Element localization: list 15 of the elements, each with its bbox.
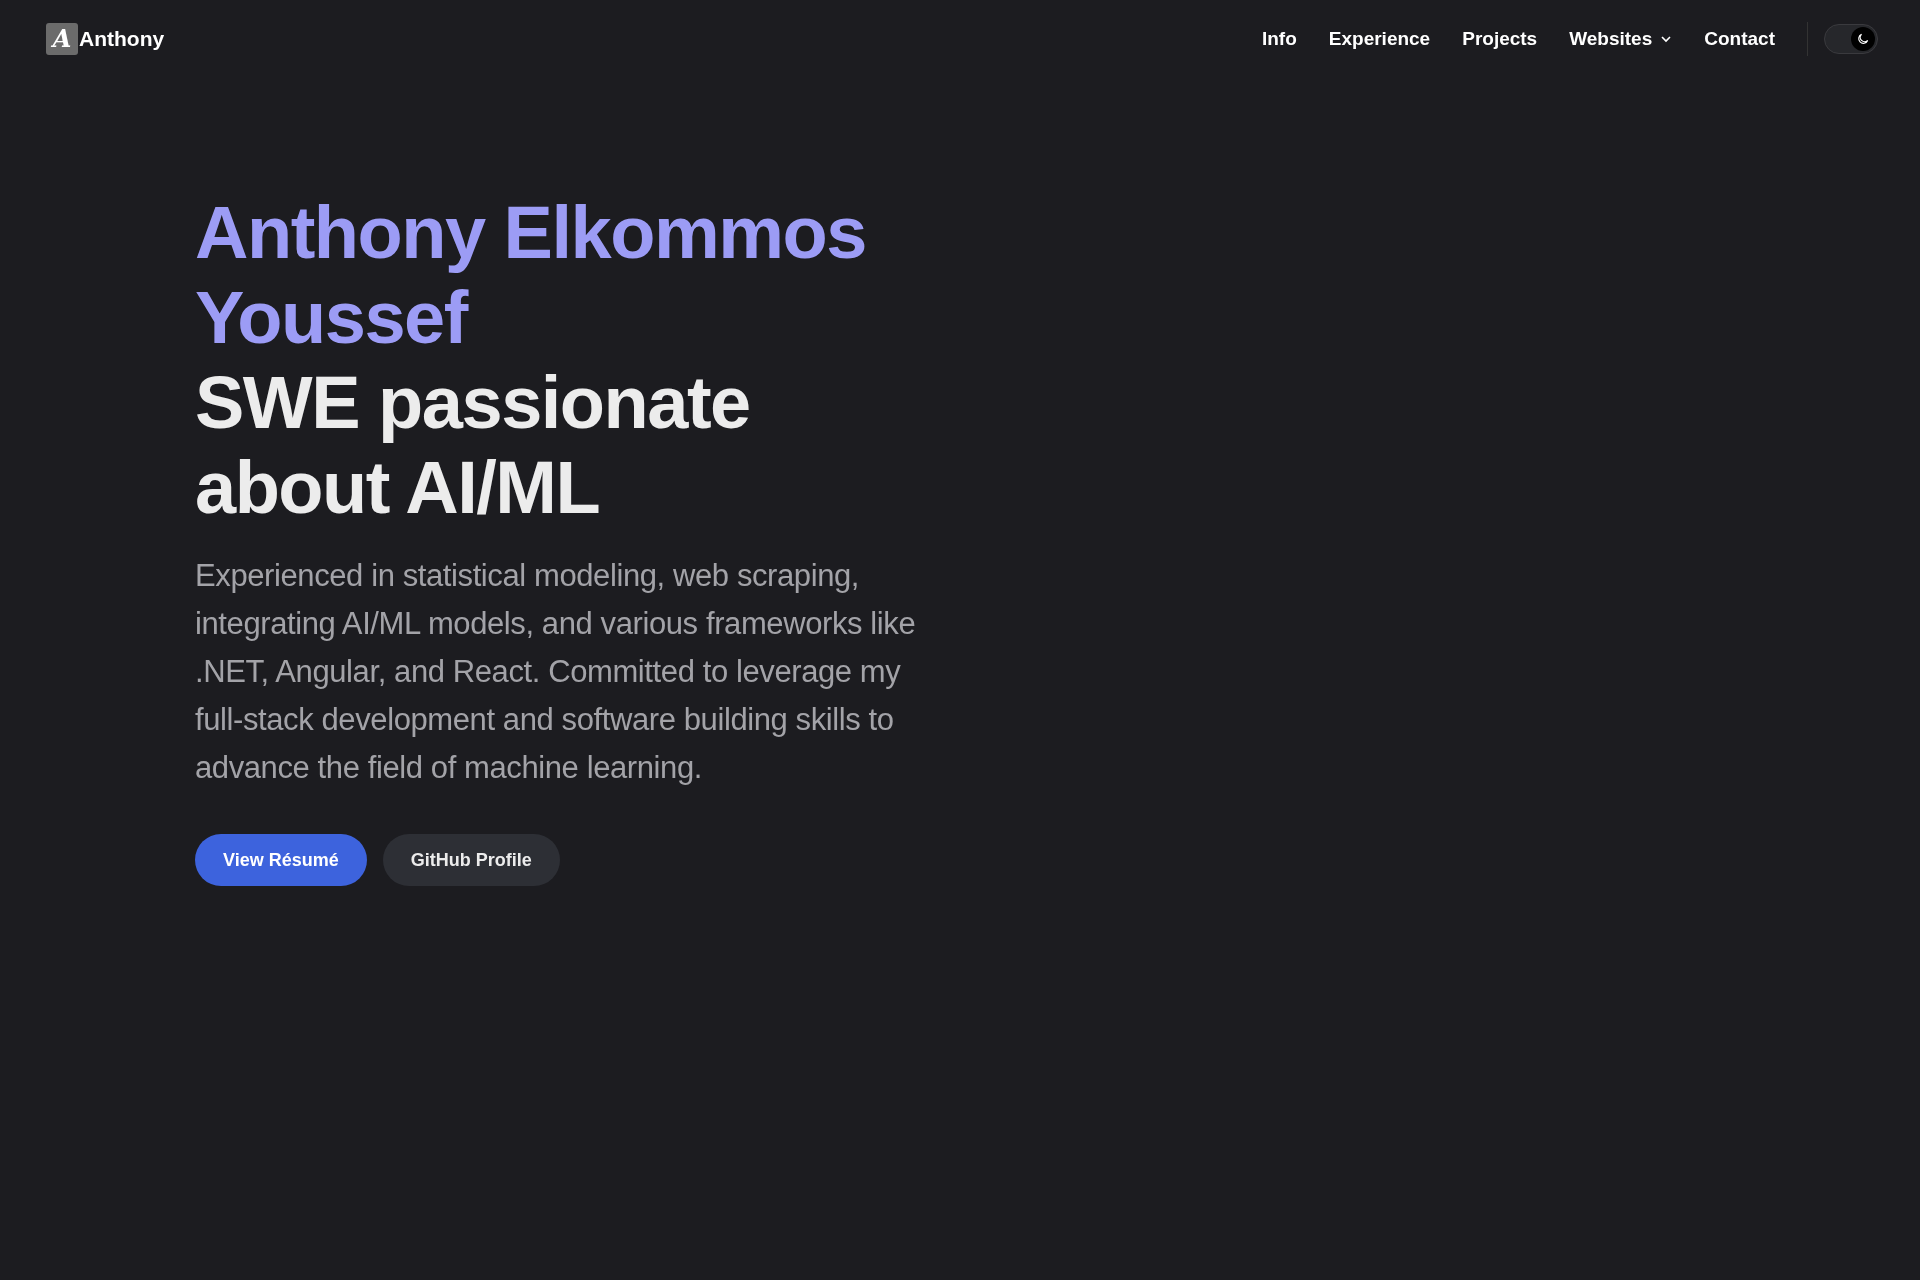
nav-link[interactable]: Info <box>1245 24 1313 54</box>
github-button[interactable]: GitHub Profile <box>382 834 560 886</box>
name-heading: Anthony Elkommos Youssef <box>195 190 867 360</box>
headline: SWE passionate about AI/ML <box>195 360 751 530</box>
logo-icon[interactable]: A <box>46 23 78 55</box>
nav-link[interactable]: Projects <box>1446 24 1554 54</box>
chevron-down-icon <box>1660 33 1673 45</box>
nav-link[interactable]: Experience <box>1312 24 1447 54</box>
resume-button[interactable]: View Résumé <box>195 834 367 886</box>
brand-link[interactable]: Anthony <box>79 23 165 55</box>
nav-link[interactable]: Contact <box>1688 24 1791 54</box>
description: Experienced in statistical modeling, web scraping, integrating AI/ML models, and various frameworks like .NET, Angular, and React. Committed to leverage my full-stack development and software building skills to advance the field of machine learning. <box>195 557 917 787</box>
moon-icon <box>1851 27 1875 51</box>
theme-toggle[interactable] <box>1824 24 1878 54</box>
nav-dropdown[interactable]: Websites <box>1553 24 1689 54</box>
